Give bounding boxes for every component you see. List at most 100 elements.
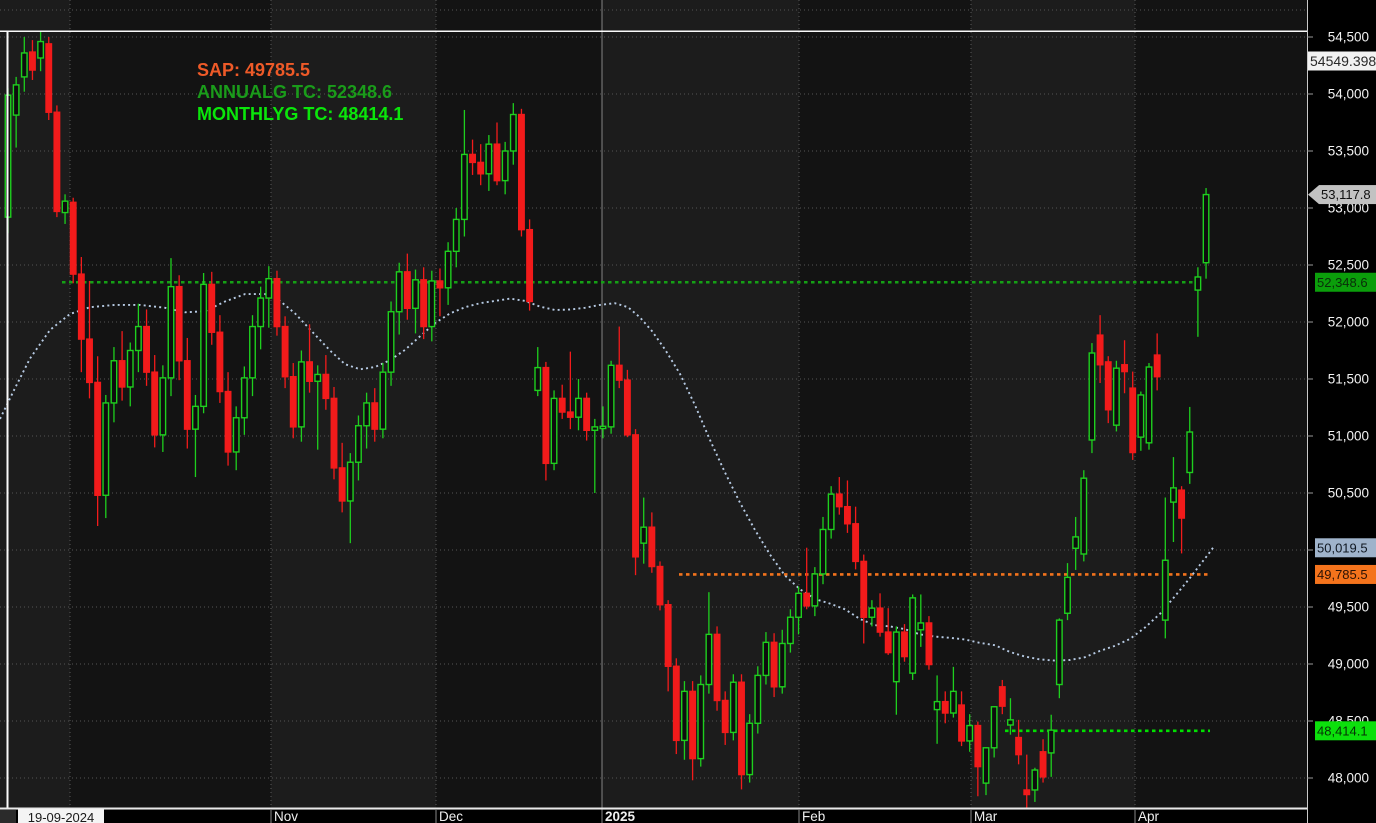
candle xyxy=(61,200,69,214)
candle xyxy=(126,349,134,388)
candle xyxy=(909,597,917,674)
candle xyxy=(778,642,786,688)
time-tick-label: Feb xyxy=(802,809,825,823)
candle xyxy=(322,373,330,400)
candle xyxy=(1023,789,1031,796)
candle xyxy=(599,425,607,430)
candle xyxy=(395,271,403,313)
candle xyxy=(387,311,395,373)
start-date-box: 19-09-2024 xyxy=(18,809,104,823)
candle xyxy=(1129,387,1137,454)
candle xyxy=(452,218,460,253)
candle xyxy=(721,699,729,734)
price-tick-label: 52,500 xyxy=(1328,258,1369,273)
svg-text:50,019.5: 50,019.5 xyxy=(1317,540,1368,555)
price-tick-label: 49,000 xyxy=(1328,657,1369,672)
svg-text:19-09-2024: 19-09-2024 xyxy=(28,810,95,823)
time-axis[interactable]: Nov Dec 2025 Feb Mar Apr 19-09-2024 xyxy=(0,807,1307,823)
candle xyxy=(876,607,884,633)
candle xyxy=(754,674,762,724)
candle xyxy=(607,364,615,428)
candle xyxy=(273,277,281,328)
svg-text:52,348.6: 52,348.6 xyxy=(1317,275,1368,290)
candle xyxy=(892,631,900,683)
candle xyxy=(1186,431,1194,474)
candle xyxy=(664,604,672,667)
candle xyxy=(729,681,737,734)
candle xyxy=(623,379,631,436)
svg-text:49,785.5: 49,785.5 xyxy=(1317,567,1368,582)
candle xyxy=(1039,751,1047,778)
candle xyxy=(363,402,371,427)
candle xyxy=(1153,354,1161,378)
sap-value-tag: 49,785.5 xyxy=(1315,564,1376,584)
candle xyxy=(1080,477,1088,555)
candle xyxy=(1145,366,1153,444)
candle xyxy=(224,390,232,453)
time-tick-label: Mar xyxy=(974,809,998,823)
candle xyxy=(1121,364,1129,373)
candle xyxy=(982,747,990,784)
candle xyxy=(355,425,362,463)
price-tick-label: 53,500 xyxy=(1328,144,1369,159)
candle xyxy=(713,633,721,702)
candle xyxy=(297,361,305,428)
high-value-label: 54549.398 xyxy=(1308,51,1376,71)
candle xyxy=(917,622,925,631)
candle xyxy=(208,283,216,333)
candle xyxy=(134,325,142,352)
candle xyxy=(460,153,468,221)
candle xyxy=(102,402,110,496)
candle xyxy=(738,681,745,776)
candle xyxy=(403,271,411,310)
candle xyxy=(1072,536,1080,549)
candle xyxy=(672,665,680,742)
candle xyxy=(566,411,574,418)
candle xyxy=(1007,719,1014,726)
candle xyxy=(143,325,151,373)
candle xyxy=(29,51,36,71)
candle xyxy=(526,228,534,303)
candle xyxy=(379,371,387,430)
candle xyxy=(281,325,289,378)
candle xyxy=(990,706,998,749)
price-tick-label: 51,500 xyxy=(1328,372,1369,387)
price-tick-label: 51,000 xyxy=(1328,429,1369,444)
time-tick-label: Nov xyxy=(274,809,298,823)
axis-corner-box xyxy=(0,810,16,823)
candle xyxy=(583,397,591,432)
candle xyxy=(306,361,313,382)
price-axis[interactable]: 54,50054,00053,50053,00052,50052,00051,5… xyxy=(1307,0,1376,823)
candle xyxy=(420,279,428,328)
candle xyxy=(811,573,819,607)
candle xyxy=(346,461,354,502)
candle xyxy=(191,405,199,430)
candle xyxy=(314,373,322,382)
candle xyxy=(762,641,770,677)
candle xyxy=(37,40,45,59)
candle xyxy=(648,526,656,568)
candle xyxy=(640,526,648,544)
chart-surface[interactable]: 54,50054,00053,50053,00052,50052,00051,5… xyxy=(0,0,1376,823)
candle xyxy=(575,397,582,418)
svg-text:48,414.1: 48,414.1 xyxy=(1317,723,1368,738)
last-price-tag: 53,117.8 xyxy=(1308,185,1376,205)
candle xyxy=(697,683,705,760)
candle xyxy=(1096,334,1104,366)
candle xyxy=(705,633,713,686)
candle xyxy=(770,641,778,688)
candle xyxy=(167,285,175,379)
candle xyxy=(477,161,485,175)
candle xyxy=(632,434,639,558)
svg-text:54549.398: 54549.398 xyxy=(1310,53,1376,69)
candle xyxy=(151,371,159,436)
candle xyxy=(1137,394,1145,438)
candle xyxy=(371,402,379,430)
candle xyxy=(591,426,599,432)
candle xyxy=(860,560,868,618)
candle xyxy=(118,360,126,388)
candle xyxy=(77,273,85,340)
candle xyxy=(795,592,802,618)
candle xyxy=(493,143,501,182)
candle xyxy=(12,84,20,116)
